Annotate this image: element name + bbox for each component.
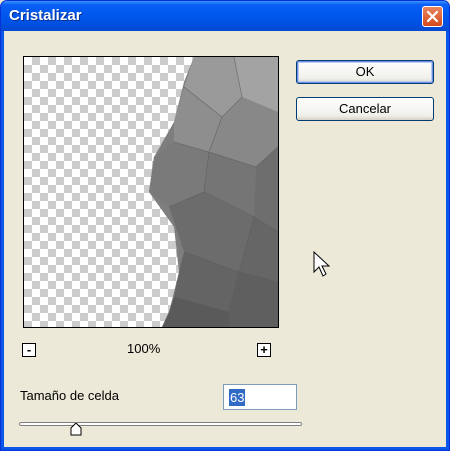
title-bar[interactable]: Cristalizar [1, 1, 449, 31]
arrow-cursor-icon [313, 251, 331, 277]
zoom-level: 100% [127, 341, 161, 356]
zoom-in-button[interactable]: + [257, 343, 271, 357]
zoom-out-button[interactable]: - [22, 343, 36, 357]
crystallize-preview-image [149, 57, 278, 327]
cancel-button[interactable]: Cancelar [296, 97, 434, 121]
cell-size-value: 63 [229, 389, 246, 406]
window-title: Cristalizar [9, 7, 82, 24]
filter-preview[interactable] [23, 56, 279, 328]
close-icon [426, 10, 439, 23]
ok-button[interactable]: OK [296, 60, 434, 84]
cell-size-slider-thumb[interactable] [70, 423, 82, 436]
cell-size-slider-track[interactable] [19, 422, 302, 426]
close-button[interactable] [422, 6, 443, 27]
cell-size-label: Tamaño de celda [20, 388, 120, 403]
cell-size-input[interactable]: 63 [223, 384, 297, 410]
dialog-body: OK Cancelar - 100% + Tamaño de celda 63 [4, 31, 446, 447]
dialog-window: Cristalizar OK Cancelar - 100% + Tamaño … [0, 0, 450, 451]
